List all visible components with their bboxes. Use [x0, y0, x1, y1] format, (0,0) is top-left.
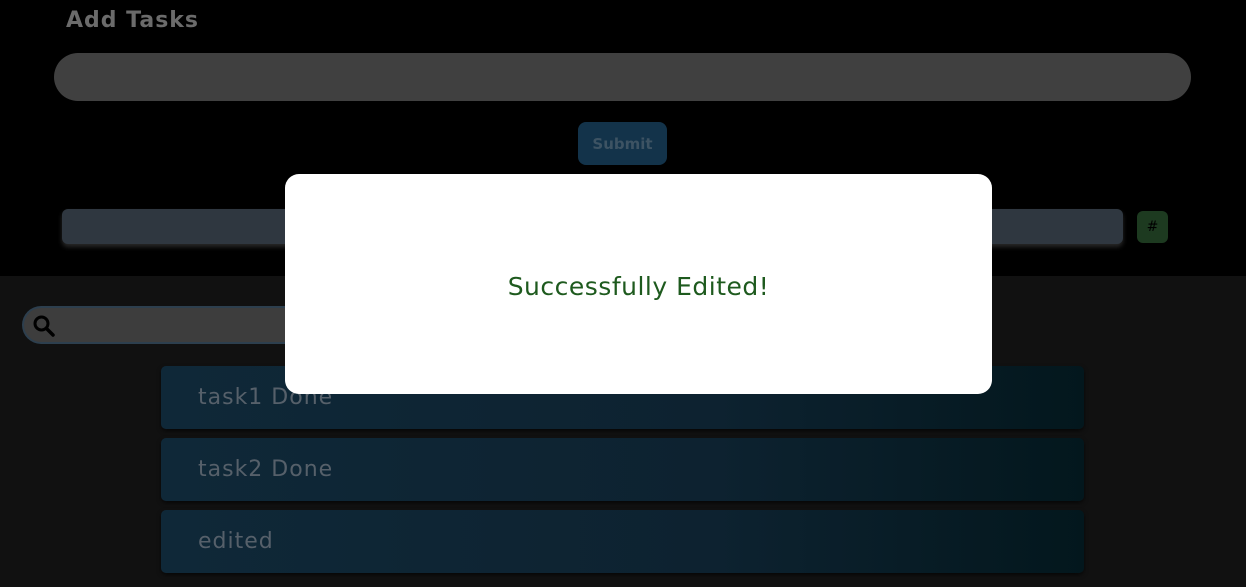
task-item[interactable]: edited [161, 510, 1084, 573]
hash-button[interactable]: # [1137, 211, 1168, 243]
search-icon [33, 315, 55, 337]
modal-message: Successfully Edited! [507, 271, 770, 301]
task-item[interactable]: task2 Done [161, 438, 1084, 501]
page: Add Tasks Submit # task1 Done task2 Done… [0, 0, 1246, 587]
task-input[interactable] [54, 53, 1191, 101]
task-list: task1 Done task2 Done edited [161, 366, 1084, 582]
search-input[interactable] [22, 306, 322, 344]
submit-button[interactable]: Submit [578, 122, 667, 165]
add-tasks-heading: Add Tasks [66, 8, 200, 33]
success-modal[interactable]: Successfully Edited! [285, 174, 992, 394]
